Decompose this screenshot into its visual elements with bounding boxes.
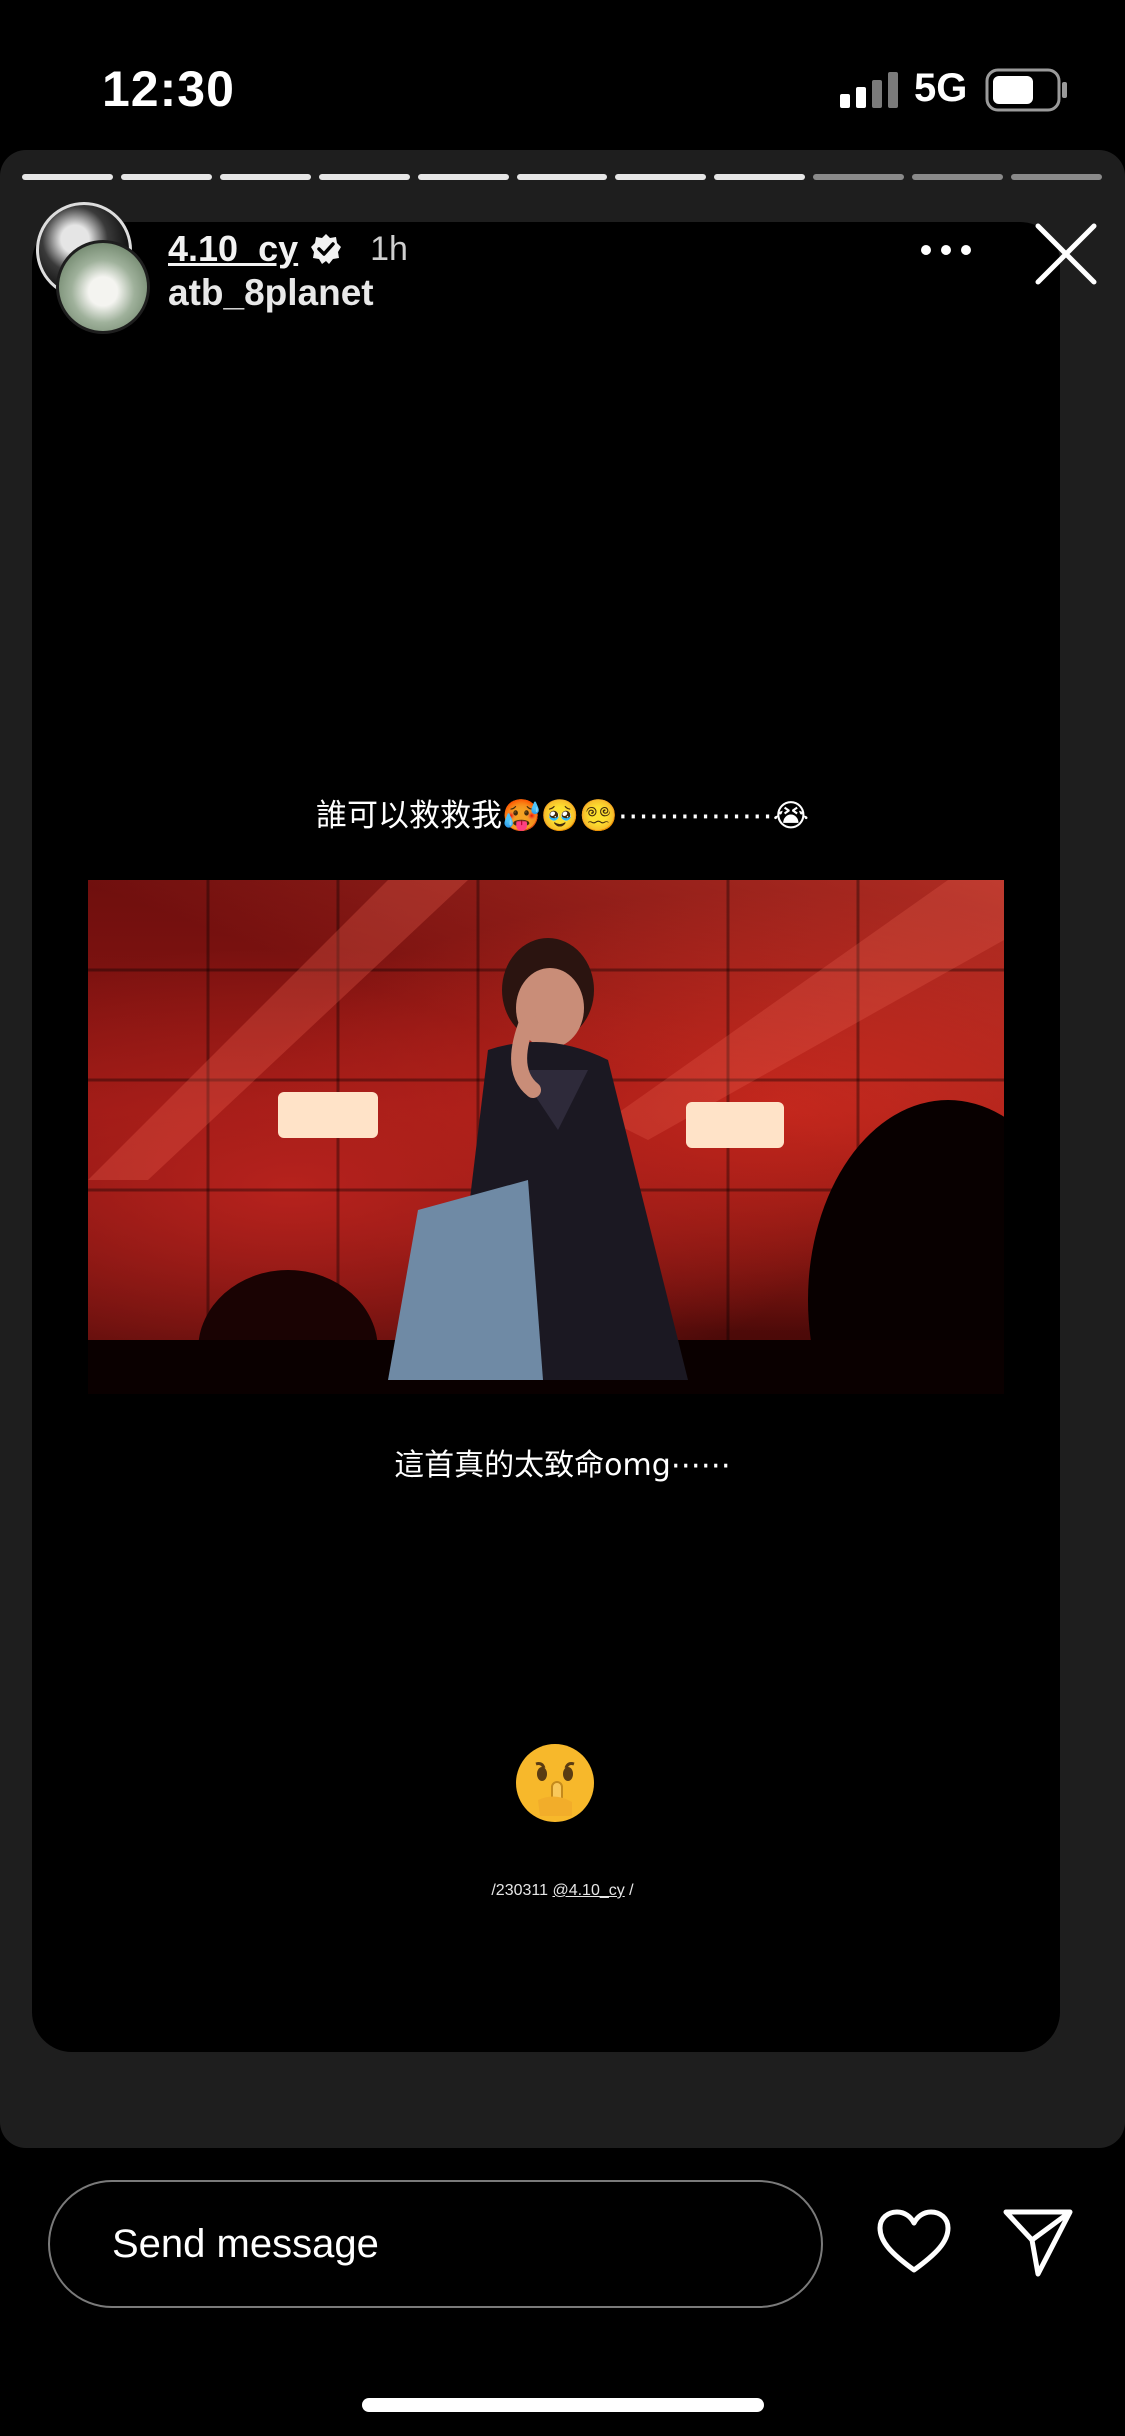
- story-header: 4.10_cy 1h: [168, 228, 408, 270]
- credit-handle[interactable]: @4.10_cy: [552, 1882, 624, 1899]
- credit-date: /230311: [491, 1882, 553, 1899]
- shushing-face-sticker: [516, 1744, 594, 1822]
- home-indicator[interactable]: [362, 2398, 764, 2412]
- story-progress-segment: [1011, 174, 1102, 180]
- verified-badge-icon: [311, 234, 342, 264]
- status-bar: 12:30 5G: [0, 0, 1125, 150]
- author-username[interactable]: 4.10_cy: [168, 228, 298, 270]
- story-progress-segment: [516, 174, 608, 180]
- network-label: 5G: [914, 66, 968, 110]
- heart-icon[interactable]: [876, 2208, 952, 2276]
- photo-credit: /230311 @4.10_cy /: [0, 1882, 1125, 1900]
- battery-icon: [985, 68, 1067, 112]
- send-paper-plane-icon[interactable]: [1000, 2204, 1076, 2280]
- story-progress-bar: [22, 174, 1102, 180]
- story-progress-segment: [22, 174, 113, 180]
- more-options-icon[interactable]: [918, 232, 974, 268]
- story-progress-segment: [615, 174, 707, 180]
- story-progress-segment: [120, 174, 212, 180]
- collaborator-username[interactable]: atb_8planet: [168, 272, 374, 314]
- concert-photo: [88, 880, 1004, 1394]
- story-caption-bottom: 這首真的太致命omg⋯⋯: [394, 1448, 731, 1483]
- story-progress-segment: [219, 174, 311, 180]
- story-progress-segment: [813, 174, 905, 180]
- concert-photo-illustration: [88, 880, 1004, 1394]
- status-time: 12:30: [102, 61, 235, 117]
- story-progress-segment: [417, 174, 509, 180]
- story-progress-segment: [318, 174, 410, 180]
- story-progress-segment: [714, 174, 806, 180]
- story-caption-top: 誰可以救救我🥵🥹😵‍💫⋯⋯⋯⋯⋯😭: [315, 798, 810, 834]
- credit-suffix: /: [624, 1882, 634, 1899]
- story-timestamp: 1h: [370, 229, 408, 268]
- close-icon[interactable]: [1032, 220, 1100, 288]
- send-message-input[interactable]: Send message: [48, 2180, 823, 2308]
- collaborator-avatar[interactable]: [56, 240, 150, 334]
- signal-icon: [840, 72, 898, 108]
- story-progress-segment: [912, 174, 1004, 180]
